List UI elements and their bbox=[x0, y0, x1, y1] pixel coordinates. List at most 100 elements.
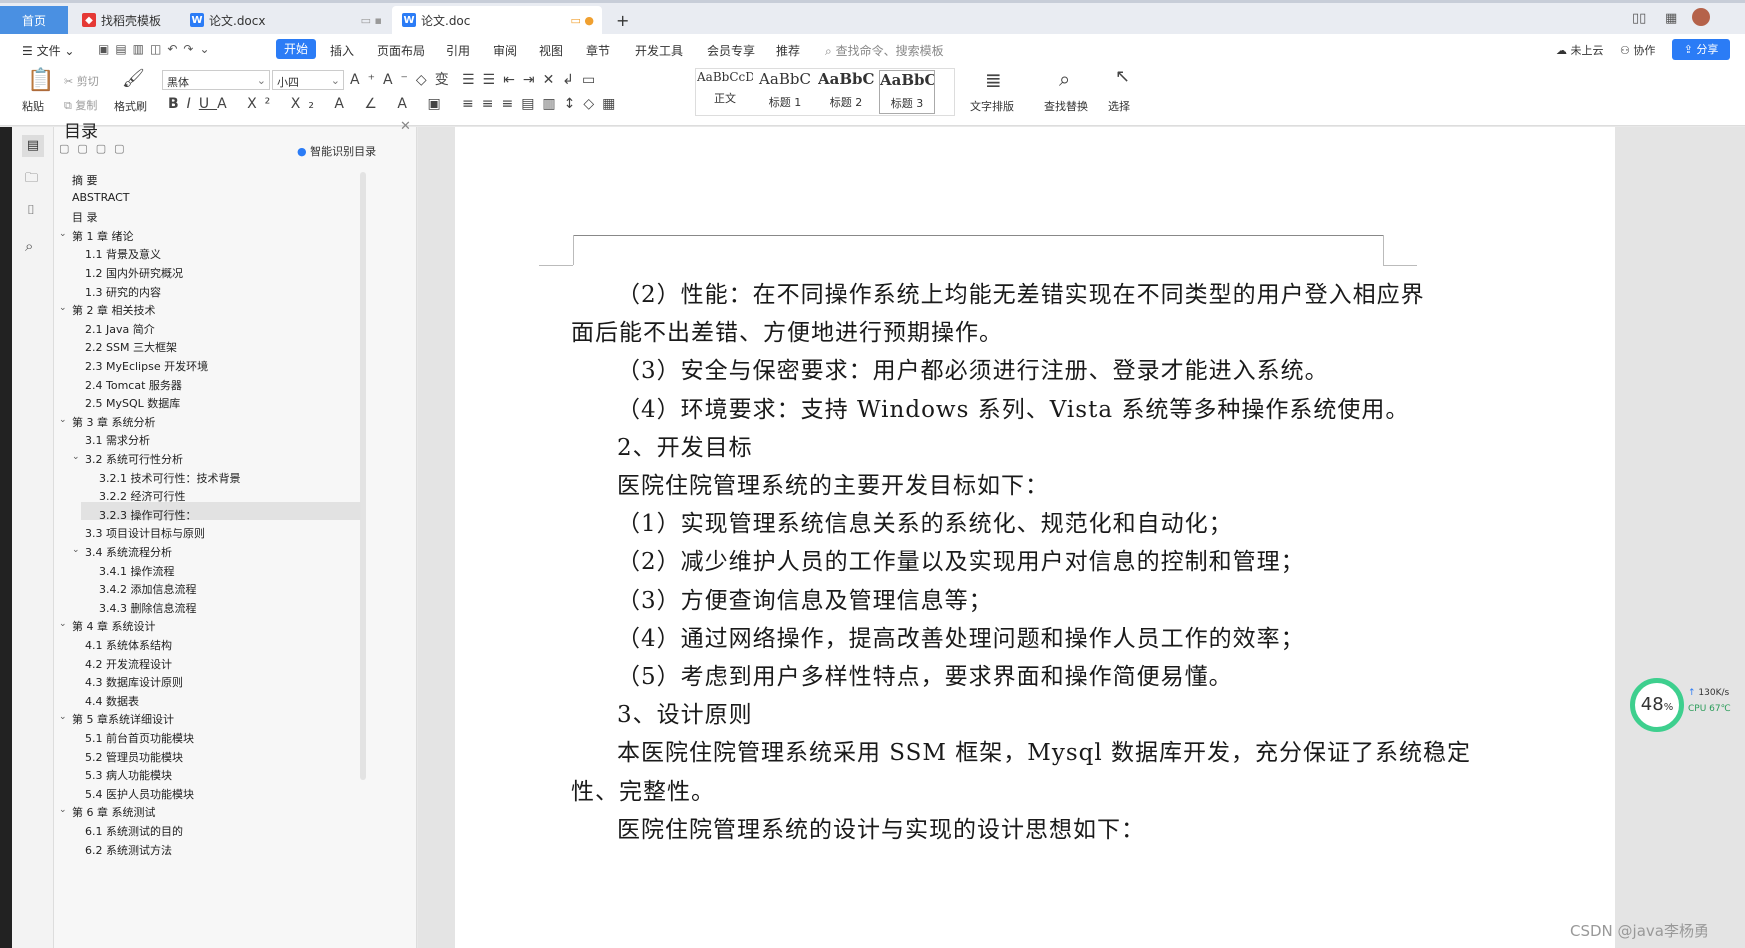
doc-line[interactable]: （5）考虑到用户多样性特点，要求界面和操作简便易懂。 bbox=[617, 657, 1233, 691]
doc-line[interactable]: （3）安全与保密要求：用户都必须进行注册、登录才能进入系统。 bbox=[617, 351, 1329, 385]
toc-item[interactable]: 6.1 系统测试的目的 bbox=[85, 823, 183, 839]
toc-item[interactable]: 4.4 数据表 bbox=[85, 693, 139, 709]
close-icon[interactable]: ✕ bbox=[400, 119, 411, 134]
toc-item[interactable]: 3.2.1 技术可行性：技术背景 bbox=[99, 470, 241, 486]
command-search[interactable]: ⌕ 查找命令、搜索模板 bbox=[825, 42, 944, 59]
font-size-select[interactable]: 小四 ⌄ bbox=[272, 70, 344, 90]
tab-docx-status-icon[interactable]: ▭ ▪ bbox=[361, 14, 382, 27]
select-button[interactable]: 选择 bbox=[1108, 98, 1130, 114]
chevron-down-icon[interactable]: ⌄ bbox=[59, 712, 67, 722]
list-icons[interactable]: ☰☰⇤⇥✕↲▭ bbox=[462, 73, 603, 87]
tab-docx[interactable]: W 论文.docx ▭ ▪ bbox=[180, 6, 390, 34]
tab-reference[interactable]: 引用 bbox=[446, 42, 470, 59]
font-family-select[interactable]: 黑体 ⌄ bbox=[162, 70, 270, 90]
paste-button[interactable]: 粘贴 bbox=[22, 98, 44, 114]
share-button[interactable]: ⇪ 分享 bbox=[1672, 39, 1730, 60]
doc-line[interactable]: （4）环境要求：支持 Windows 系列、Vista 系统等多种操作系统使用。 bbox=[617, 390, 1409, 424]
file-menu[interactable]: ☰ 文件 ⌄ bbox=[22, 42, 74, 59]
tab-template[interactable]: ◆ 找稻壳模板 bbox=[72, 6, 177, 34]
new-tab-button[interactable]: + bbox=[606, 6, 636, 34]
chevron-down-icon[interactable]: ⌄ bbox=[59, 303, 67, 313]
text-layout-button[interactable]: 文字排版 bbox=[970, 98, 1014, 114]
toc-item[interactable]: 第 6 章 系统测试 bbox=[72, 804, 156, 820]
toc-item[interactable]: 2.2 SSM 三大框架 bbox=[85, 339, 177, 355]
toc-item[interactable]: 4.2 开发流程设计 bbox=[85, 656, 172, 672]
toc-item[interactable]: 4.3 数据库设计原则 bbox=[85, 674, 183, 690]
toc-item[interactable]: 第 2 章 相关技术 bbox=[72, 302, 156, 318]
toc-item[interactable]: 3.4.1 操作流程 bbox=[99, 563, 175, 579]
doc-line[interactable]: 2、开发目标 bbox=[617, 428, 753, 462]
chevron-down-icon[interactable]: ⌄ bbox=[59, 619, 67, 629]
toc-item[interactable]: 3.2.3 操作可行性： bbox=[99, 507, 197, 523]
toc-item[interactable]: 3.4.3 删除信息流程 bbox=[99, 600, 197, 616]
format-icons[interactable]: BIUA X² X₂ A ∠ A ▣ bbox=[168, 97, 449, 111]
toc-item[interactable]: ABSTRACT bbox=[72, 191, 130, 204]
toc-item[interactable]: 3.4.2 添加信息流程 bbox=[99, 581, 197, 597]
doc-line[interactable]: 性、完整性。 bbox=[571, 772, 715, 806]
format-painter-button[interactable]: 格式刷 bbox=[114, 98, 147, 114]
toc-item[interactable]: 第 3 章 系统分析 bbox=[72, 414, 156, 430]
tab-layout[interactable]: 页面布局 bbox=[377, 42, 425, 59]
avatar[interactable] bbox=[1692, 8, 1710, 26]
toc-item[interactable]: 2.4 Tomcat 服务器 bbox=[85, 377, 182, 393]
doc-line[interactable]: （2）减少维护人员的工作量以及实现用户对信息的控制和管理； bbox=[617, 542, 1305, 576]
style-h2[interactable]: AaBbC 标题 2 bbox=[818, 70, 874, 114]
doc-line[interactable]: （1）实现管理系统信息关系的系统化、规范化和自动化； bbox=[617, 504, 1233, 538]
brush-icon[interactable]: 🖌 bbox=[122, 70, 145, 88]
toc-item[interactable]: 3.1 需求分析 bbox=[85, 432, 150, 448]
toc-item[interactable]: 5.3 病人功能模块 bbox=[85, 767, 172, 783]
toc-item[interactable]: 5.1 前台首页功能模块 bbox=[85, 730, 194, 746]
toc-item[interactable]: 4.1 系统体系结构 bbox=[85, 637, 172, 653]
cursor-icon[interactable]: ↖ bbox=[1115, 68, 1130, 86]
doc-line[interactable]: 面后能不出差错、方便地进行预期操作。 bbox=[571, 313, 1003, 347]
cut-button[interactable]: ✂ 剪切 bbox=[64, 73, 99, 89]
toc-item[interactable]: 3.4 系统流程分析 bbox=[85, 544, 172, 560]
tab-home[interactable]: 首页 bbox=[0, 6, 68, 34]
toc-item[interactable]: 目 录 bbox=[72, 209, 98, 225]
chevron-down-icon[interactable]: ⌄ bbox=[72, 545, 80, 555]
doc-line[interactable]: 医院住院管理系统的主要开发目标如下： bbox=[617, 466, 1049, 500]
tab-vip[interactable]: 会员专享 bbox=[707, 42, 755, 59]
tab-doc-active[interactable]: W 论文.doc ▭ ● bbox=[392, 6, 602, 34]
toc-item[interactable]: 第 1 章 绪论 bbox=[72, 228, 134, 244]
toc-scrollbar[interactable] bbox=[360, 172, 366, 780]
toc-item[interactable]: 1.1 背景及意义 bbox=[85, 246, 161, 262]
tab-developer[interactable]: 开发工具 bbox=[635, 42, 683, 59]
smart-toc-button[interactable]: ● 智能识别目录 bbox=[297, 143, 376, 159]
toc-item[interactable]: 6.2 系统测试方法 bbox=[85, 842, 172, 858]
tab-section[interactable]: 章节 bbox=[586, 42, 610, 59]
toc-item[interactable]: 2.5 MySQL 数据库 bbox=[85, 395, 180, 411]
tab-start[interactable]: 开始 bbox=[276, 39, 316, 59]
toc-item[interactable]: 第 4 章 系统设计 bbox=[72, 618, 156, 634]
window-layout-icon[interactable]: ▯▯ bbox=[1632, 11, 1646, 26]
search-icon[interactable]: ⌕ bbox=[25, 237, 33, 255]
paste-icon[interactable]: 📋 bbox=[27, 70, 54, 92]
tab-view[interactable]: 视图 bbox=[539, 42, 563, 59]
collab-button[interactable]: ⚇ 协作 bbox=[1620, 42, 1655, 58]
copy-button[interactable]: ⧉ 复制 bbox=[64, 97, 97, 113]
magnifier-icon[interactable]: ⌕ bbox=[1059, 69, 1070, 89]
style-normal[interactable]: AaBbCcDd 正文 bbox=[697, 70, 753, 114]
toc-item[interactable]: 5.4 医护人员功能模块 bbox=[85, 786, 194, 802]
bookmark-icon[interactable]: ⌷ bbox=[27, 203, 35, 218]
chevron-down-icon[interactable]: ⌄ bbox=[72, 452, 80, 462]
chevron-down-icon[interactable]: ⌄ bbox=[59, 805, 67, 815]
doc-line[interactable]: 3、设计原则 bbox=[617, 695, 753, 729]
style-h3[interactable]: AaBbC 标题 3 bbox=[879, 70, 935, 114]
tab-recommend[interactable]: 推荐 bbox=[776, 42, 800, 59]
toc-panel-icon[interactable]: ▤ bbox=[22, 135, 44, 157]
doc-line[interactable]: 医院住院管理系统的设计与实现的设计思想如下： bbox=[617, 810, 1145, 844]
unsaved-dot-icon[interactable]: ▭ ● bbox=[571, 14, 595, 27]
text-layout-icon[interactable]: ≣ bbox=[985, 70, 1002, 90]
toc-item[interactable]: 3.2.2 经济可行性 bbox=[99, 488, 186, 504]
toc-item[interactable]: 摘 要 bbox=[72, 172, 98, 188]
toc-item[interactable]: 1.3 研究的内容 bbox=[85, 284, 161, 300]
quick-access-icons[interactable]: ▣▤▥◫↶↷⌄ bbox=[98, 42, 216, 56]
toc-tool-icons[interactable]: ▢▢▢▢ bbox=[59, 142, 133, 155]
toc-item[interactable]: 2.1 Java 简介 bbox=[85, 321, 155, 337]
tab-review[interactable]: 审阅 bbox=[493, 42, 517, 59]
chevron-down-icon[interactable]: ⌄ bbox=[59, 415, 67, 425]
chevron-down-icon[interactable]: ⌄ bbox=[59, 229, 67, 239]
toc-item[interactable]: 1.2 国内外研究概况 bbox=[85, 265, 183, 281]
find-replace-button[interactable]: 查找替换 bbox=[1044, 98, 1088, 114]
